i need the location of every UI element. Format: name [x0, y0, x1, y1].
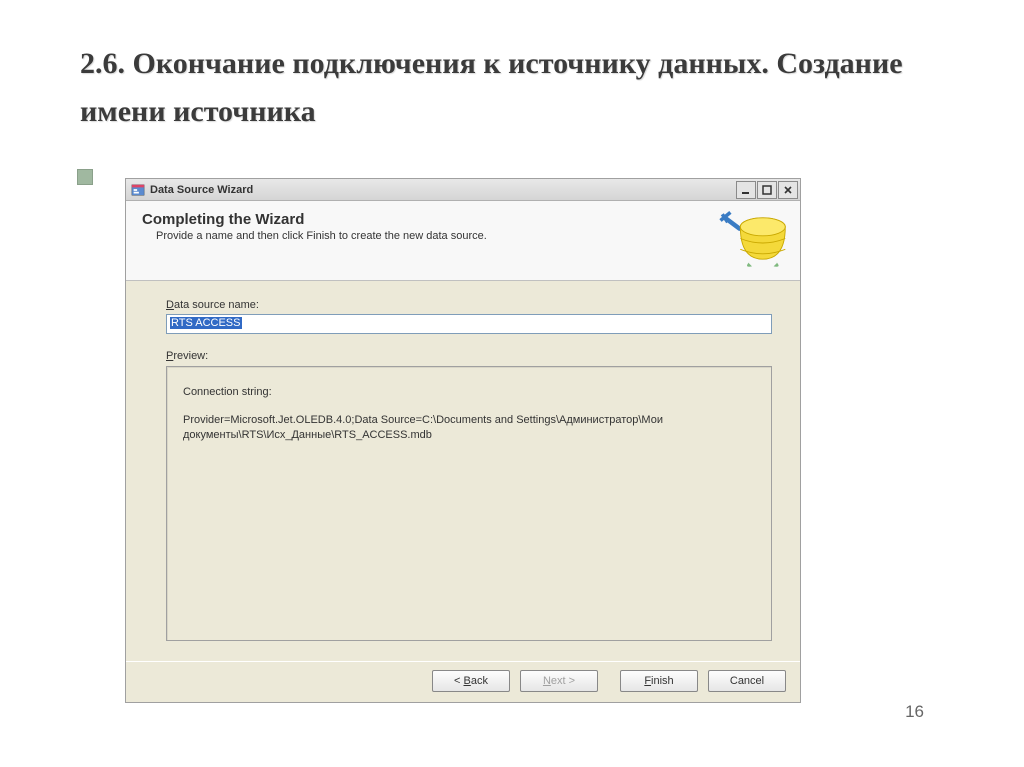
connection-string-label: Connection string:	[183, 385, 755, 399]
button-bar: < Back Next > Finish Cancel	[126, 661, 800, 702]
preview-box: Connection string: Provider=Microsoft.Je…	[166, 366, 772, 641]
maximize-button[interactable]	[757, 181, 777, 199]
database-icon	[716, 207, 788, 271]
ds-name-label: Data source name:	[166, 299, 772, 311]
wizard-header-title: Completing the Wizard	[142, 211, 784, 228]
wizard-header: Completing the Wizard Provide a name and…	[126, 201, 800, 281]
preview-label: Preview:	[166, 350, 772, 362]
back-button[interactable]: < Back	[432, 670, 510, 692]
slide-title: 2.6. Окончание подключения к источнику д…	[0, 0, 1024, 156]
window-title: Data Source Wizard	[150, 184, 735, 196]
wizard-window: Data Source Wizard Completing the Wizard…	[125, 178, 801, 703]
wizard-header-subtitle: Provide a name and then click Finish to …	[142, 230, 784, 242]
slide-accent-square	[77, 169, 93, 185]
minimize-button[interactable]	[736, 181, 756, 199]
cancel-button[interactable]: Cancel	[708, 670, 786, 692]
wizard-content: Data source name: RTS ACCESS Preview: Co…	[126, 281, 800, 661]
titlebar[interactable]: Data Source Wizard	[126, 179, 800, 201]
next-button: Next >	[520, 670, 598, 692]
finish-button[interactable]: Finish	[620, 670, 698, 692]
app-icon	[130, 182, 146, 198]
page-number: 16	[905, 702, 924, 722]
connection-string-value: Provider=Microsoft.Jet.OLEDB.4.0;Data So…	[183, 413, 755, 442]
close-button[interactable]	[778, 181, 798, 199]
ds-name-input[interactable]: RTS ACCESS	[166, 314, 772, 334]
